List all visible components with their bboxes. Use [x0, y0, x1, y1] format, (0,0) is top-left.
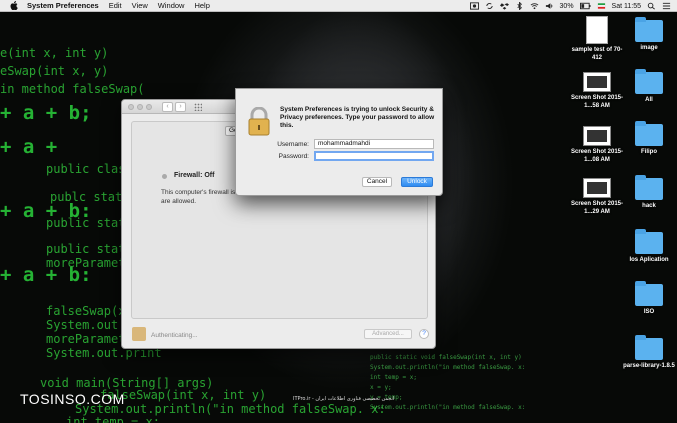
- code-text: System.out.println("in method falseSwap.…: [370, 404, 526, 411]
- menu-app-name[interactable]: System Preferences: [27, 1, 99, 10]
- screenshot-icon: [583, 126, 611, 146]
- help-button[interactable]: ?: [419, 329, 429, 339]
- password-field[interactable]: [314, 151, 434, 161]
- battery-icon[interactable]: [579, 2, 591, 10]
- notification-center-icon[interactable]: [662, 2, 671, 10]
- code-text: public static void falseSwap(int x, int …: [370, 354, 522, 361]
- desktop-item-label: image: [640, 45, 658, 51]
- forward-button[interactable]: ›: [175, 102, 186, 112]
- firewall-status: Firewall: Off: [174, 172, 215, 179]
- folder-icon: [635, 229, 663, 254]
- unlock-button[interactable]: Unlock: [401, 177, 433, 187]
- image-capture-icon[interactable]: [469, 2, 479, 10]
- code-text: x = y;: [370, 384, 392, 391]
- folder-icon: [635, 335, 663, 360]
- folder-icon: [635, 121, 663, 146]
- zoom-button[interactable]: [146, 104, 152, 110]
- menu-help[interactable]: Help: [194, 1, 209, 10]
- code-text: eSwap(int x, y): [0, 64, 109, 78]
- spotlight-search-icon[interactable]: [647, 2, 656, 10]
- show-all-grid-icon[interactable]: [194, 103, 202, 111]
- desktop-item-label: Screen Shot 2015-1...29 AM: [570, 201, 624, 215]
- sync-icon[interactable]: [485, 2, 494, 10]
- menu-clock[interactable]: Sat 11:55: [612, 3, 641, 10]
- document-icon: [586, 16, 608, 44]
- desktop-item-label: Screen Shot 2015-1...08 AM: [570, 149, 624, 163]
- desktop-item-label: hack: [642, 203, 656, 209]
- desktop-icons: sample test of 70-412 image Screen Shot …: [571, 14, 677, 394]
- code-text: int temp = x;: [66, 415, 160, 423]
- folder-icon: [635, 281, 663, 306]
- desktop-item-filipo[interactable]: Filipo: [619, 121, 677, 156]
- desktop-item-all[interactable]: All: [619, 69, 677, 104]
- status-tray: 30% Sat 11:55: [469, 0, 671, 12]
- folder-icon: [635, 17, 663, 42]
- desktop-item-screenshot-2[interactable]: Screen Shot 2015-1...08 AM: [567, 126, 627, 164]
- code-text: e(int x, int y): [0, 46, 109, 60]
- folder-icon: [635, 175, 663, 200]
- unlock-dialog: System Preferences is trying to unlock S…: [235, 88, 443, 196]
- menu-view[interactable]: View: [132, 1, 148, 10]
- code-text: + a + b;: [0, 102, 92, 124]
- screenshot-icon: [583, 72, 611, 92]
- code-text: int temp = x;: [370, 374, 417, 381]
- battery-percent: 30%: [559, 2, 574, 10]
- desktop-item-label: All: [645, 97, 653, 103]
- desktop-item-label: parse-library-1.8.5: [623, 363, 675, 369]
- desktop-item-label: Screen Shot 2015-1...58 AM: [570, 95, 624, 109]
- desktop-item-iso[interactable]: ISO: [619, 281, 677, 316]
- desktop-item-label: Filipo: [641, 149, 657, 155]
- unlock-message: System Preferences is trying to unlock S…: [280, 106, 435, 129]
- volume-icon[interactable]: [545, 2, 554, 10]
- password-label: Password:: [278, 153, 309, 160]
- username-label: Username:: [277, 141, 309, 148]
- authenticating-label: Authenticating...: [151, 332, 198, 339]
- advanced-button[interactable]: Advanced...: [364, 329, 412, 339]
- lock-icon[interactable]: [132, 327, 146, 341]
- desktop-item-sample-test[interactable]: sample test of 70-412: [567, 16, 627, 62]
- caption-text: ITPro.ir - انجمن تخصصی فناوری اطلاعات ای…: [293, 396, 395, 402]
- menu-bar: System Preferences Edit View Window Help…: [0, 0, 677, 12]
- site-watermark: TOSINSO.COM: [20, 391, 125, 407]
- screenshot-icon: [583, 178, 611, 198]
- folder-icon: [635, 69, 663, 94]
- menu-edit[interactable]: Edit: [109, 1, 122, 10]
- apple-menu-icon[interactable]: [9, 1, 19, 10]
- padlock-icon: [248, 107, 270, 136]
- desktop-item-image[interactable]: image: [619, 17, 677, 52]
- desktop-item-hack[interactable]: hack: [619, 175, 677, 210]
- desktop-item-label: Ios Aplication: [629, 257, 669, 263]
- bluetooth-icon[interactable]: [515, 2, 524, 10]
- code-text: System.out.println("in method falseSwap.…: [370, 364, 526, 371]
- desktop-item-screenshot-1[interactable]: Screen Shot 2015-1...58 AM: [567, 72, 627, 110]
- close-button[interactable]: [128, 104, 134, 110]
- code-text: falseSwap(int x, int y): [100, 388, 267, 402]
- minimize-button[interactable]: [137, 104, 143, 110]
- wifi-icon[interactable]: [530, 2, 539, 10]
- desktop-item-ios-aplication[interactable]: Ios Aplication: [619, 229, 677, 264]
- desktop-item-label: sample test of 70-412: [571, 47, 623, 61]
- code-text: + a +: [0, 136, 58, 158]
- menu-window[interactable]: Window: [158, 1, 185, 10]
- window-footer: Authenticating... Advanced... ?: [122, 322, 435, 348]
- username-field[interactable]: mohammadmahdi: [314, 139, 434, 149]
- desktop-item-parse-library[interactable]: parse-library-1.8.5: [619, 335, 677, 370]
- code-text: in method falseSwap(: [0, 82, 145, 96]
- dropbox-icon[interactable]: [499, 2, 509, 10]
- desktop-item-label: ISO: [643, 309, 655, 315]
- firewall-status-dot: [162, 174, 167, 179]
- flag-icon[interactable]: [597, 2, 606, 10]
- desktop-item-screenshot-3[interactable]: Screen Shot 2015-1...29 AM: [567, 178, 627, 216]
- back-button[interactable]: ‹: [162, 102, 173, 112]
- cancel-button[interactable]: Cancel: [362, 177, 392, 187]
